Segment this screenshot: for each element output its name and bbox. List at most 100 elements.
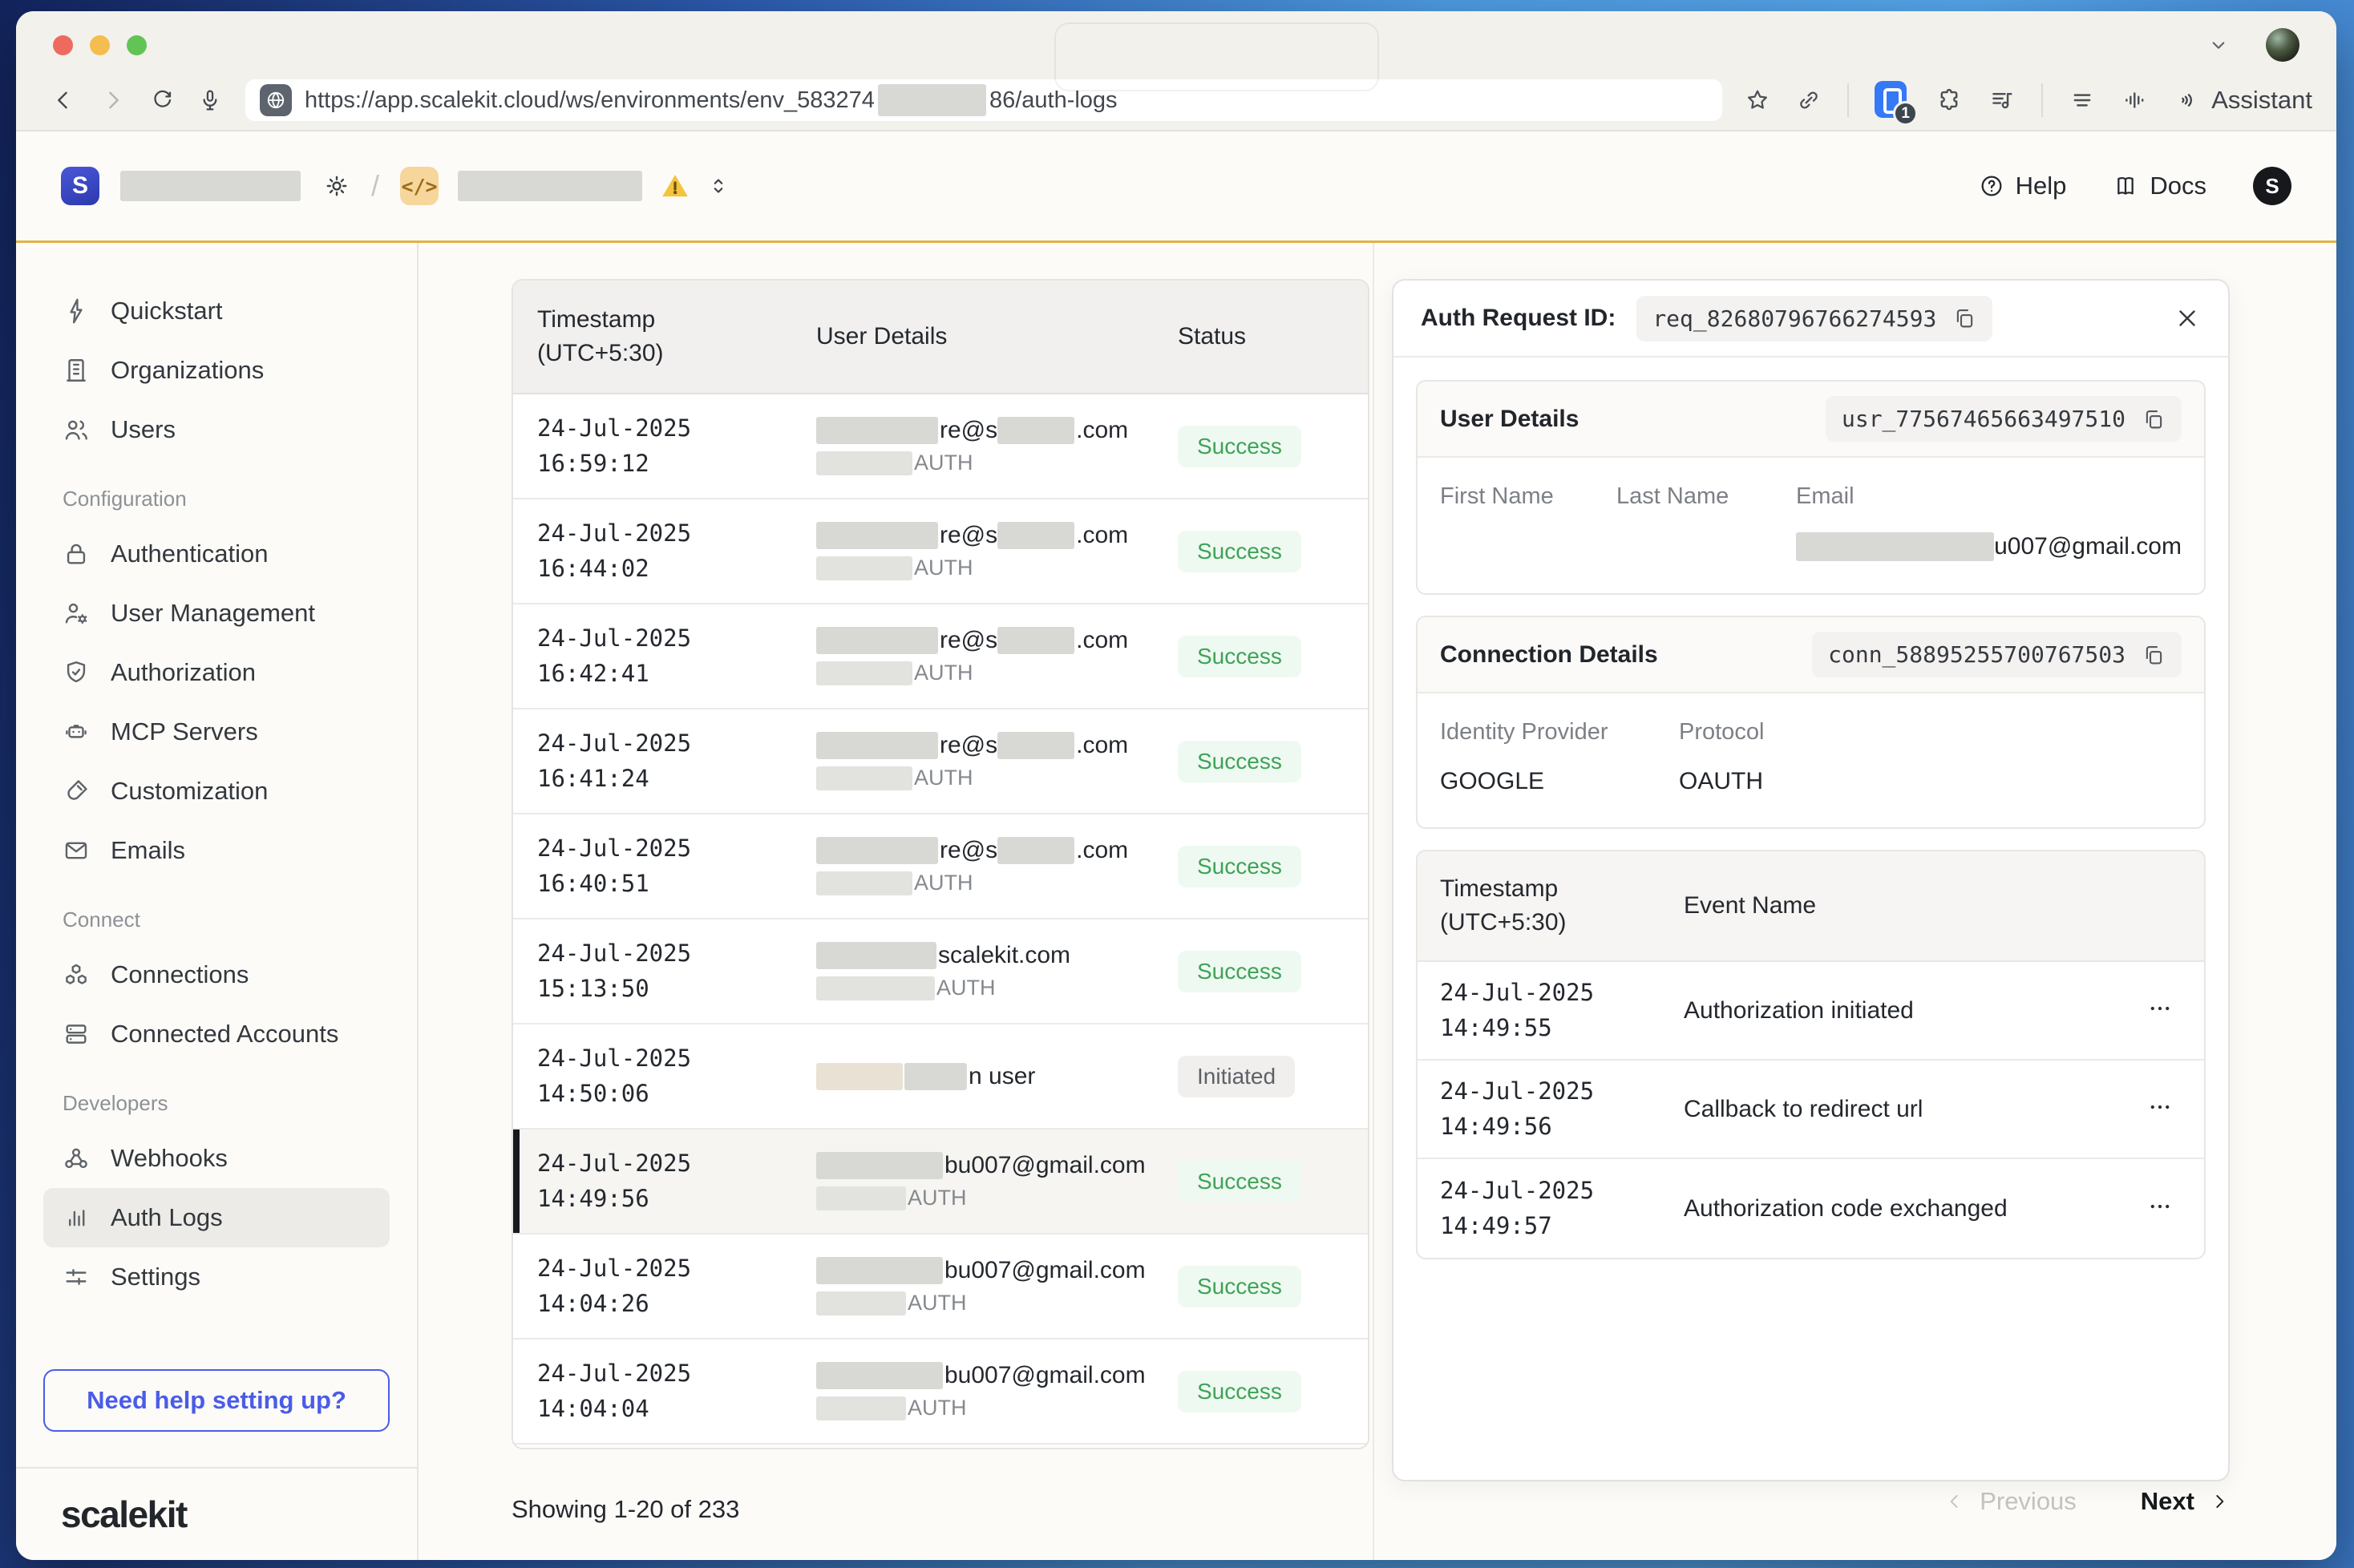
chevron-down-icon[interactable] bbox=[2206, 33, 2231, 57]
table-row[interactable]: 24-Jul-202516:44:02re@s.comAUTHSuccess bbox=[513, 499, 1368, 604]
copy-link-icon[interactable] bbox=[1796, 87, 1822, 113]
auth-request-id-pill: req_82680796766274593 bbox=[1636, 296, 1992, 341]
users-icon bbox=[63, 416, 90, 443]
assistant-button[interactable]: Assistant bbox=[2174, 86, 2312, 115]
row-user-details: re@s.comAUTH bbox=[816, 627, 1178, 685]
table-row[interactable]: 24-Jul-202516:40:51re@s.comAUTHSuccess bbox=[513, 814, 1368, 919]
sidebar-item-mcp-servers[interactable]: MCP Servers bbox=[43, 702, 390, 762]
extension-badge: 1 bbox=[1893, 101, 1918, 126]
event-menu-button[interactable] bbox=[2146, 995, 2174, 1026]
brush-icon bbox=[63, 778, 90, 805]
table-row[interactable]: 24-Jul-202514:04:26bu007@gmail.comAUTHSu… bbox=[513, 1235, 1368, 1340]
close-window-button[interactable] bbox=[53, 35, 73, 55]
event-menu-button[interactable] bbox=[2146, 1193, 2174, 1224]
timestamp-text: 24-Jul-202514:04:26 bbox=[537, 1251, 816, 1321]
table-row[interactable]: 24-Jul-202516:59:12re@s.comAUTHSuccess bbox=[513, 394, 1368, 499]
table-row[interactable]: 24-Jul-202516:41:24re@s.comAUTHSuccess bbox=[513, 709, 1368, 814]
table-header-row: Timestamp (UTC+5:30) User Details Status bbox=[513, 281, 1368, 394]
sidebar-item-settings[interactable]: Settings bbox=[43, 1247, 390, 1307]
next-page-button[interactable]: Next bbox=[2141, 1487, 2230, 1516]
bookmark-star-icon[interactable] bbox=[1745, 87, 1770, 113]
table-row[interactable]: 24-Jul-202514:49:56bu007@gmail.comAUTHSu… bbox=[513, 1130, 1368, 1235]
table-row[interactable]: 24-Jul-202516:42:41re@s.comAUTHSuccess bbox=[513, 604, 1368, 709]
sidebar-item-customization[interactable]: Customization bbox=[43, 762, 390, 821]
site-icon bbox=[260, 84, 292, 116]
sidebar-item-connections[interactable]: Connections bbox=[43, 945, 390, 1004]
scalekit-app: S / </> Help Docs S bbox=[16, 130, 2336, 1560]
need-help-button[interactable]: Need help setting up? bbox=[43, 1369, 390, 1432]
copy-icon[interactable] bbox=[2142, 407, 2166, 431]
event-actions bbox=[2116, 1193, 2204, 1224]
sidebar-item-auth-logs[interactable]: Auth Logs bbox=[43, 1188, 390, 1247]
workspace-settings-gear-icon[interactable] bbox=[323, 172, 350, 200]
environment-switcher-icon[interactable] bbox=[706, 174, 730, 198]
table-row[interactable]: 24-Jul-202514:50:06n userInitiated bbox=[513, 1024, 1368, 1130]
workspace-logo[interactable]: S bbox=[61, 167, 99, 205]
sidebar-item-emails[interactable]: Emails bbox=[43, 821, 390, 880]
user-avatar[interactable]: S bbox=[2253, 167, 2291, 205]
forward-icon[interactable] bbox=[99, 87, 127, 114]
email-redaction bbox=[816, 837, 938, 864]
minimize-window-button[interactable] bbox=[90, 35, 110, 55]
sidebar-item-authorization[interactable]: Authorization bbox=[43, 643, 390, 702]
toolbar-divider bbox=[2041, 83, 2043, 117]
sidebar-item-label: Authorization bbox=[111, 658, 256, 687]
event-name: Callback to redirect url bbox=[1684, 1096, 2116, 1123]
connection-details-card-header: Connection Details conn_5889525570076750… bbox=[1418, 617, 2204, 693]
back-icon[interactable] bbox=[50, 87, 77, 114]
timestamp-text: 24-Jul-202514:49:56 bbox=[537, 1146, 816, 1216]
auth-request-id-value: req_82680796766274593 bbox=[1652, 305, 1936, 332]
sidebar-footer: scalekit bbox=[16, 1467, 417, 1560]
sidebar-item-label: Quickstart bbox=[111, 297, 223, 325]
sidebar-item-quickstart[interactable]: Quickstart bbox=[43, 281, 390, 341]
event-name: Authorization code exchanged bbox=[1684, 1195, 2116, 1222]
maximize-window-button[interactable] bbox=[127, 35, 147, 55]
extensions-puzzle-icon[interactable] bbox=[1935, 87, 1963, 114]
row-timestamp: 24-Jul-202516:44:02 bbox=[513, 516, 816, 586]
row-timestamp: 24-Jul-202516:42:41 bbox=[513, 621, 816, 691]
table-row[interactable]: 24-Jul-202515:13:50scalekit.comAUTHSucce… bbox=[513, 919, 1368, 1024]
docs-button[interactable]: Docs bbox=[2113, 172, 2206, 200]
copy-icon[interactable] bbox=[2142, 643, 2166, 667]
shield-check-icon bbox=[63, 659, 90, 686]
reload-icon[interactable] bbox=[149, 87, 175, 113]
events-header-row: Timestamp (UTC+5:30) Event Name bbox=[1418, 851, 2204, 962]
sidebar-item-user-management[interactable]: User Management bbox=[43, 584, 390, 643]
sidebar-item-connected-accounts[interactable]: Connected Accounts bbox=[43, 1004, 390, 1064]
sidebar-section-label: Configuration bbox=[63, 487, 390, 511]
environment-name-redacted bbox=[458, 171, 642, 201]
help-button[interactable]: Help bbox=[1979, 172, 2067, 200]
waveform-icon[interactable] bbox=[2121, 87, 2149, 114]
table-row[interactable]: 24-Jul-202514:04:04bu007@gmail.comAUTHSu… bbox=[513, 1340, 1368, 1445]
building-icon bbox=[63, 357, 90, 384]
row-status: Success bbox=[1178, 741, 1368, 782]
browser-profile-avatar[interactable] bbox=[2266, 28, 2299, 62]
sidebar-item-webhooks[interactable]: Webhooks bbox=[43, 1129, 390, 1188]
previous-page-button[interactable]: Previous bbox=[1944, 1487, 2077, 1516]
sidebar-item-authentication[interactable]: Authentication bbox=[43, 524, 390, 584]
user-email: scalekit.com bbox=[816, 942, 1178, 969]
user-id-value: usr_77567465663497510 bbox=[1842, 406, 2125, 432]
sidebar-item-label: Connected Accounts bbox=[111, 1020, 338, 1049]
sidebar-section-label: Developers bbox=[63, 1091, 390, 1116]
row-status: Success bbox=[1178, 1266, 1368, 1307]
status-badge: Success bbox=[1178, 951, 1301, 992]
reader-menu-icon[interactable] bbox=[2069, 87, 2096, 114]
copy-icon[interactable] bbox=[1952, 306, 1976, 330]
auth-redaction bbox=[816, 661, 912, 685]
mic-icon[interactable] bbox=[197, 87, 223, 113]
url-bar[interactable]: https://app.scalekit.cloud/ws/environmen… bbox=[245, 79, 1722, 121]
sidebar-item-organizations[interactable]: Organizations bbox=[43, 341, 390, 400]
close-icon[interactable] bbox=[2174, 305, 2201, 332]
timestamp-text: 24-Jul-202514:49:56 bbox=[1440, 1074, 1684, 1144]
user-email: re@s.com bbox=[816, 522, 1178, 549]
row-user-details: re@s.comAUTH bbox=[816, 417, 1178, 475]
event-menu-button[interactable] bbox=[2146, 1093, 2174, 1125]
event-row: 24-Jul-202514:49:57Authorization code ex… bbox=[1418, 1159, 2204, 1258]
sidebar-section-label: Connect bbox=[63, 907, 390, 932]
sidebar-item-label: User Management bbox=[111, 599, 315, 628]
timestamp-text: 24-Jul-202516:44:02 bbox=[537, 516, 816, 586]
sidebar-item-users[interactable]: Users bbox=[43, 400, 390, 459]
playlist-icon[interactable] bbox=[1988, 87, 2016, 114]
password-manager-icon[interactable]: 1 bbox=[1875, 81, 1910, 119]
